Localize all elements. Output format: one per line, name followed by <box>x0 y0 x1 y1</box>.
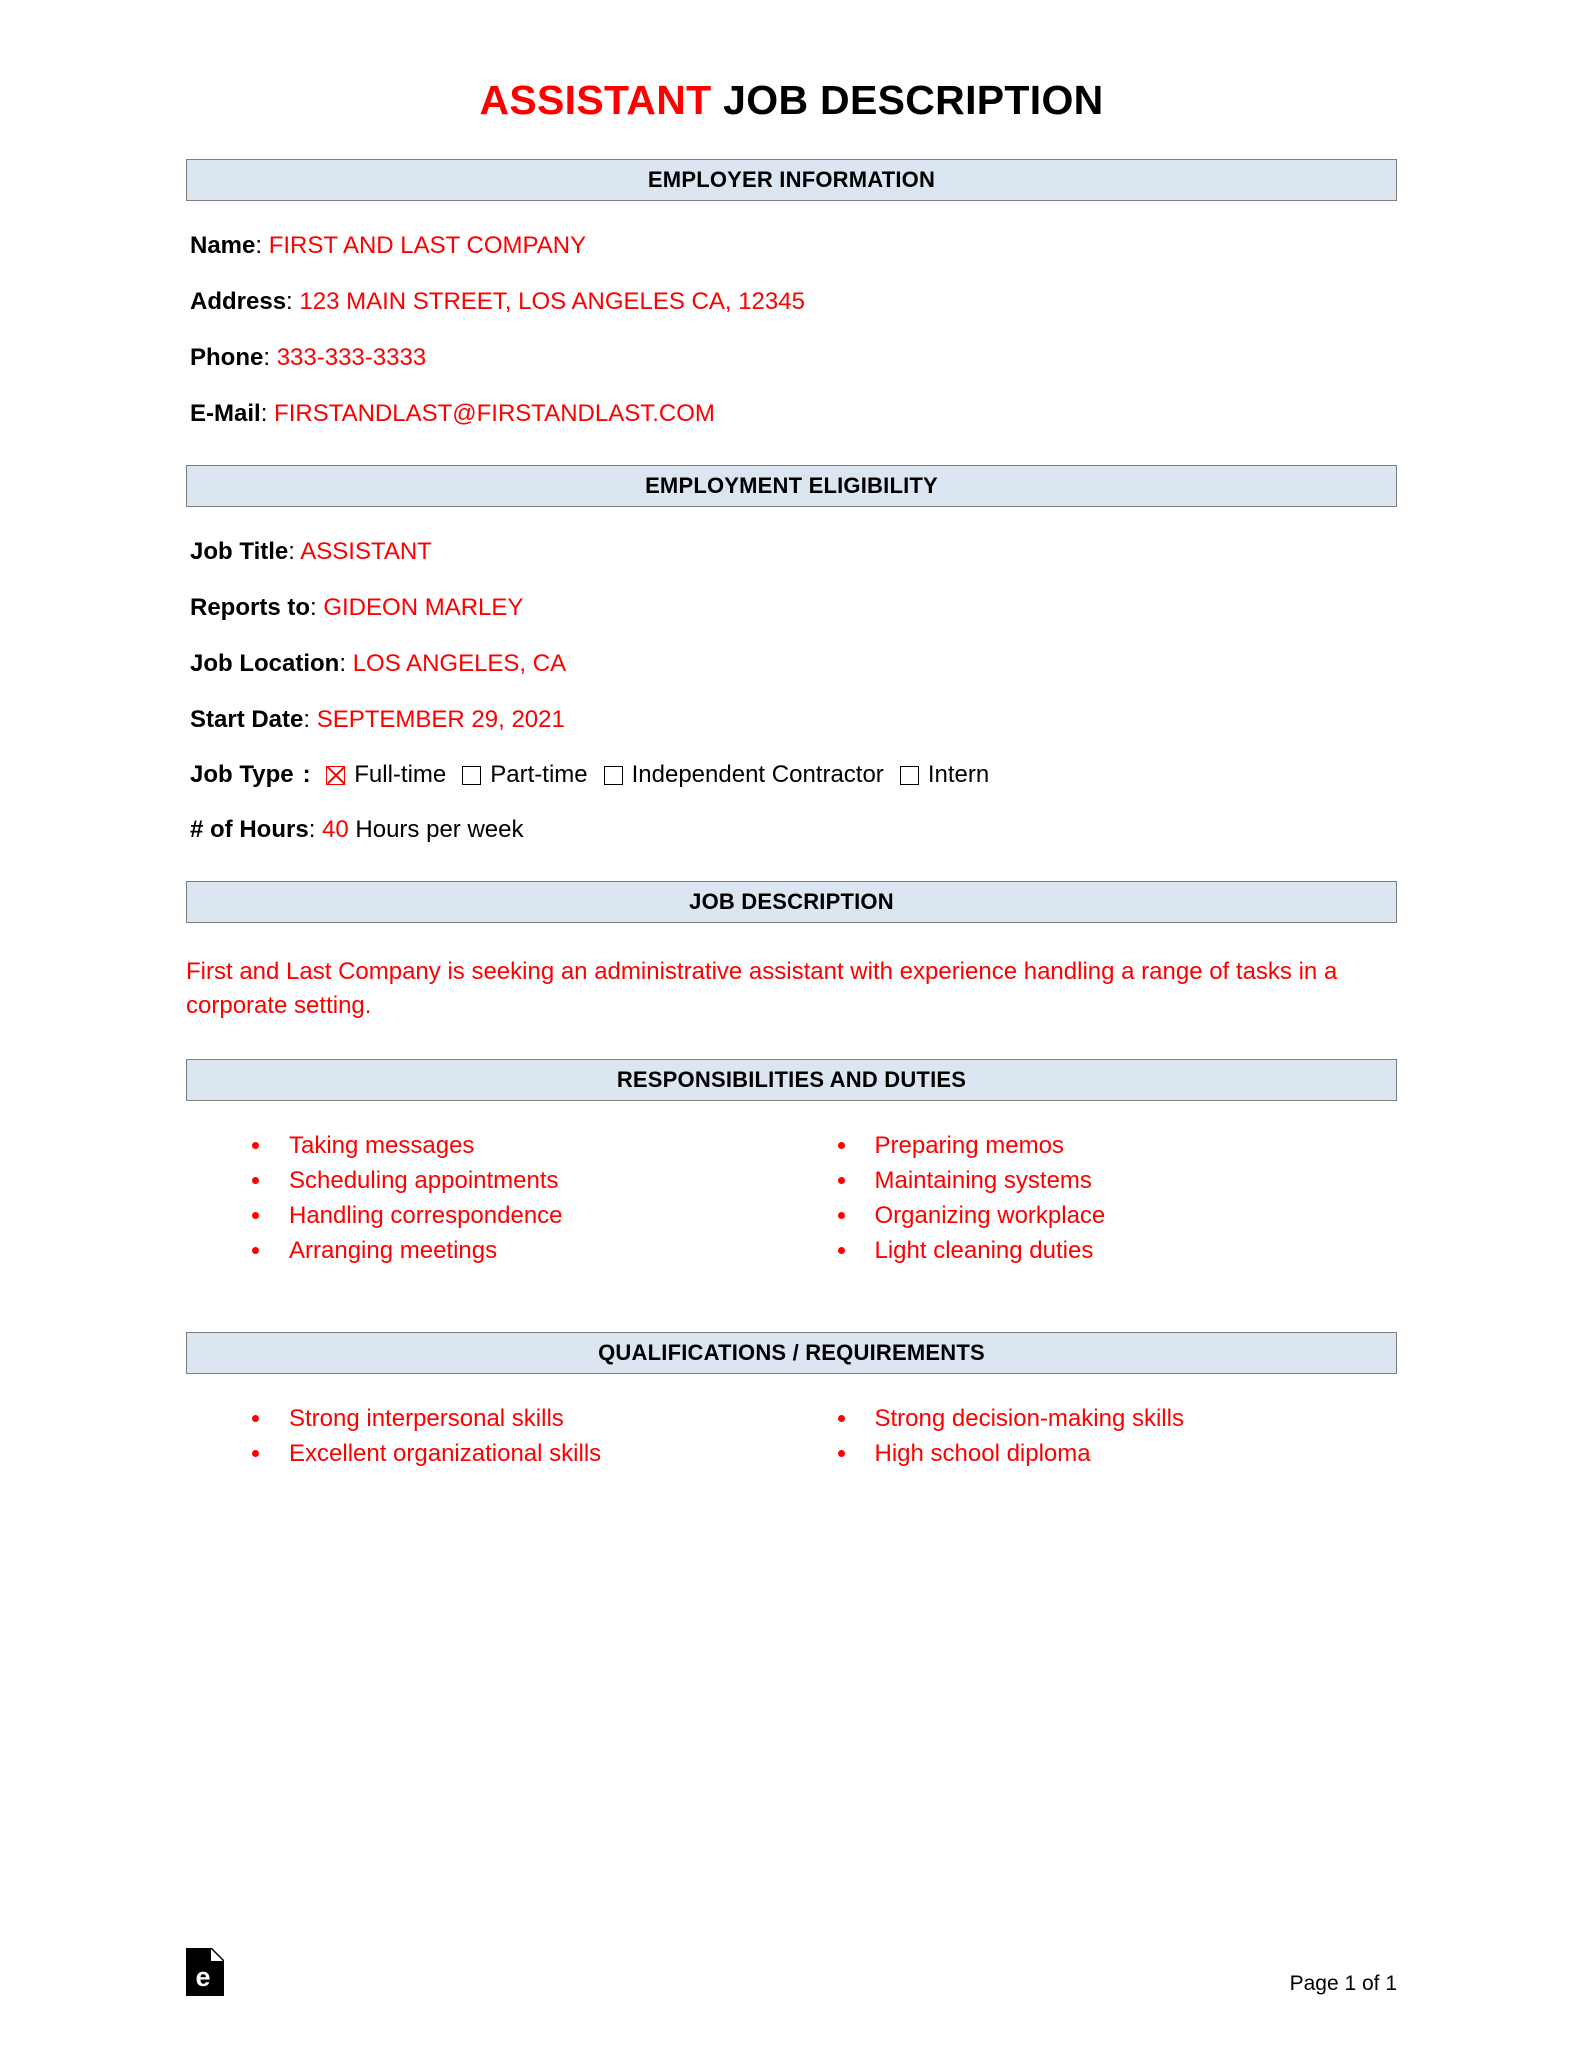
checkbox-checked-icon[interactable] <box>326 765 346 785</box>
employer-information-fields: Name: FIRST AND LAST COMPANY Address: 12… <box>186 231 1397 429</box>
field-hours-value: 40 <box>322 816 349 844</box>
colon-separator: : <box>303 706 317 734</box>
list-item: Handling correspondence <box>252 1201 812 1231</box>
field-reports-to: Reports to: GIDEON MARLEY <box>190 593 1397 623</box>
job-type-option-intern[interactable]: Intern <box>899 761 990 789</box>
field-hours: # of Hours: 40 Hours per week <box>190 815 1397 845</box>
field-phone-value: 333-333-3333 <box>276 344 427 372</box>
section-header-label: RESPONSIBILITIES AND DUTIES <box>616 1067 967 1093</box>
colon-separator: : <box>255 232 269 260</box>
checkbox-empty-icon[interactable] <box>899 765 919 785</box>
list-item: Preparing memos <box>837 1131 1398 1161</box>
job-type-option-label: Part-time <box>490 761 588 789</box>
document-page: ASSISTANT JOB DESCRIPTION EMPLOYER INFOR… <box>0 0 1583 2048</box>
employment-eligibility-fields: Job Title: ASSISTANT Reports to: GIDEON … <box>186 537 1397 845</box>
list-item: Organizing workplace <box>837 1201 1398 1231</box>
field-hours-suffix: Hours per week <box>355 816 524 844</box>
colon-separator: : <box>302 761 318 789</box>
colon-separator: : <box>288 538 301 566</box>
section-header-label: EMPLOYMENT ELIGIBILITY <box>645 473 938 499</box>
field-job-title: Job Title: ASSISTANT <box>190 537 1397 567</box>
field-address-label: Address <box>190 288 287 316</box>
field-job-location-value: LOS ANGELES, CA <box>352 650 567 678</box>
field-start-date: Start Date: SEPTEMBER 29, 2021 <box>190 705 1397 735</box>
colon-separator: : <box>339 650 353 678</box>
field-job-title-label: Job Title <box>190 538 289 566</box>
field-job-location: Job Location: LOS ANGELES, CA <box>190 649 1397 679</box>
list-item: Arranging meetings <box>252 1236 812 1266</box>
field-name: Name: FIRST AND LAST COMPANY <box>190 231 1397 261</box>
responsibilities-column-right: Preparing memos Maintaining systems Orga… <box>812 1131 1398 1270</box>
field-name-value: FIRST AND LAST COMPANY <box>268 232 587 260</box>
job-type-option-part-time[interactable]: Part-time <box>462 761 588 789</box>
field-start-date-label: Start Date <box>190 706 304 734</box>
field-job-location-label: Job Location <box>190 650 340 678</box>
checkbox-empty-icon[interactable] <box>462 765 482 785</box>
field-start-date-value: SEPTEMBER 29, 2021 <box>316 706 565 734</box>
job-type-option-label: Full-time <box>354 761 447 789</box>
colon-separator: : <box>308 816 323 844</box>
section-header-responsibilities-and-duties: RESPONSIBILITIES AND DUTIES <box>186 1059 1397 1102</box>
colon-separator: : <box>310 594 324 622</box>
list-item: Light cleaning duties <box>837 1236 1398 1266</box>
section-header-label: EMPLOYER INFORMATION <box>647 167 936 193</box>
page-title: ASSISTANT JOB DESCRIPTION <box>186 0 1397 123</box>
field-email-label: E-Mail <box>190 400 261 428</box>
checkbox-empty-icon[interactable] <box>603 765 623 785</box>
responsibilities-column-left: Taking messages Scheduling appointments … <box>226 1131 812 1270</box>
eforms-logo-icon: e <box>186 1947 225 1996</box>
list-item: Maintaining systems <box>837 1166 1398 1196</box>
job-type-option-full-time[interactable]: Full-time <box>326 761 446 789</box>
section-header-employer-information: EMPLOYER INFORMATION <box>186 159 1397 202</box>
field-hours-label: # of Hours <box>190 816 309 844</box>
list-item: Excellent organizational skills <box>252 1439 812 1469</box>
job-type-option-label: Intern <box>927 761 990 789</box>
colon-separator: : <box>260 400 275 428</box>
section-header-qualifications-requirements: QUALIFICATIONS / REQUIREMENTS <box>186 1332 1397 1375</box>
qualifications-column-left: Strong interpersonal skills Excellent or… <box>226 1404 812 1474</box>
field-job-type: Job Type: Full-time Part-time Independen… <box>190 761 1397 789</box>
field-job-title-value: ASSISTANT <box>300 538 432 566</box>
section-header-label: JOB DESCRIPTION <box>689 889 894 915</box>
field-email: E-Mail: FIRSTANDLAST@FIRSTANDLAST.COM <box>190 399 1397 429</box>
colon-separator: : <box>263 344 277 372</box>
section-header-employment-eligibility: EMPLOYMENT ELIGIBILITY <box>186 465 1397 508</box>
field-address-value: 123 MAIN STREET, LOS ANGELES CA, 12345 <box>299 288 805 316</box>
responsibilities-list: Taking messages Scheduling appointments … <box>186 1131 1397 1270</box>
page-number: Page 1 of 1 <box>1289 1972 1397 1995</box>
colon-separator: : <box>286 288 300 316</box>
list-item: Strong decision-making skills <box>837 1404 1398 1434</box>
page-footer: e Page 1 of 1 <box>186 1947 1397 1996</box>
field-phone-label: Phone <box>190 344 264 372</box>
field-address: Address: 123 MAIN STREET, LOS ANGELES CA… <box>190 287 1397 317</box>
field-job-type-label: Job Type <box>190 761 294 789</box>
list-item: Taking messages <box>252 1131 812 1161</box>
job-type-option-label: Independent Contractor <box>631 761 884 789</box>
section-header-label: QUALIFICATIONS / REQUIREMENTS <box>598 1340 985 1366</box>
svg-text:e: e <box>195 1962 210 1992</box>
qualifications-column-right: Strong decision-making skills High schoo… <box>812 1404 1398 1474</box>
list-item: Strong interpersonal skills <box>252 1404 812 1434</box>
job-description-text: First and Last Company is seeking an adm… <box>186 958 1338 1020</box>
field-reports-to-value: GIDEON MARLEY <box>323 594 524 622</box>
page-title-accent: ASSISTANT <box>479 77 712 123</box>
qualifications-list: Strong interpersonal skills Excellent or… <box>186 1404 1397 1474</box>
section-header-job-description: JOB DESCRIPTION <box>186 881 1397 924</box>
field-reports-to-label: Reports to <box>190 594 310 622</box>
list-item: Scheduling appointments <box>252 1166 812 1196</box>
list-item: High school diploma <box>837 1439 1398 1469</box>
page-title-rest: JOB DESCRIPTION <box>711 77 1104 123</box>
job-type-option-independent-contractor[interactable]: Independent Contractor <box>603 761 884 789</box>
field-phone: Phone: 333-333-3333 <box>190 343 1397 373</box>
field-name-label: Name <box>190 232 256 260</box>
field-email-value: FIRSTANDLAST@FIRSTANDLAST.COM <box>274 400 715 428</box>
